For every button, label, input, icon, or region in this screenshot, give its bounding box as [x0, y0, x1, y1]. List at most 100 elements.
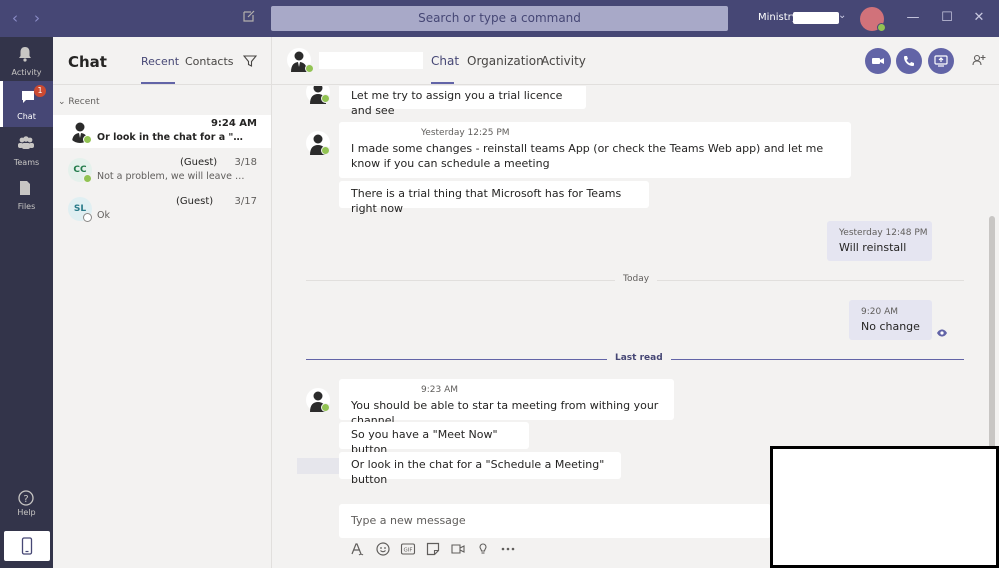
- rail-label: Files: [17, 202, 36, 211]
- tab-activity[interactable]: Activity: [541, 54, 586, 68]
- conversation-preview: Not a problem, we will leave it for now: [97, 171, 247, 182]
- seen-eye-icon: [937, 329, 947, 337]
- app-rail: Activity 1 Chat Teams Files ? Help: [0, 37, 53, 568]
- rail-item-teams[interactable]: Teams: [0, 127, 53, 173]
- message-timestamp: Yesterday 12:48 PM: [839, 228, 928, 238]
- list-item[interactable]: CC (Guest) 3/18 Not a problem, we will l…: [53, 154, 271, 187]
- back-arrow-icon[interactable]: ‹: [7, 9, 23, 27]
- presence-available-icon: [305, 64, 314, 73]
- rail-item-files[interactable]: Files: [0, 171, 53, 217]
- audio-call-button[interactable]: [896, 48, 922, 74]
- presence-available-icon: [321, 146, 330, 155]
- bell-icon: [19, 47, 31, 62]
- unread-badge: 1: [34, 85, 46, 97]
- tenant-name[interactable]: Ministry: [758, 12, 798, 23]
- rail-label: Teams: [13, 158, 40, 167]
- teams-icon: [18, 136, 34, 149]
- date-divider: Today: [615, 274, 658, 284]
- message-text: Let me try to assign you a trial licence…: [351, 89, 563, 117]
- tab-chat[interactable]: Chat: [431, 54, 459, 68]
- active-tab-indicator: [431, 82, 454, 84]
- presence-available-icon: [321, 94, 330, 103]
- forward-arrow-icon[interactable]: ›: [29, 9, 45, 27]
- minimize-icon[interactable]: —: [902, 8, 924, 28]
- message-text: No change: [861, 320, 920, 333]
- message-bubble[interactable]: Let me try to assign you a trial licence…: [339, 86, 586, 117]
- chat-list-pane: Chat Recent Contacts ⌄ Recent 9:24 AM Or…: [53, 37, 272, 568]
- meet-now-icon[interactable]: [450, 541, 466, 557]
- rail-item-activity[interactable]: Activity: [0, 37, 53, 83]
- phone-icon: [21, 537, 33, 555]
- message-bubble[interactable]: Yesterday 12:48 PM Will reinstall: [827, 221, 932, 261]
- help-icon: ?: [18, 490, 34, 506]
- compose-box[interactable]: Type a new message: [339, 504, 771, 538]
- message-bubble[interactable]: Or look in the chat for a "Schedule a Me…: [339, 452, 621, 486]
- chevron-down-icon: ⌄: [58, 97, 69, 107]
- conversation-preview: Ok: [97, 210, 110, 221]
- message-bubble[interactable]: Yesterday 12:25 PM I made some changes -…: [339, 122, 851, 178]
- filter-icon[interactable]: [243, 54, 257, 68]
- rail-label: Help: [17, 508, 36, 517]
- message-text: There is a trial thing that Microsoft ha…: [351, 187, 622, 215]
- add-people-icon[interactable]: [972, 53, 986, 67]
- gif-icon[interactable]: GIF: [400, 541, 416, 557]
- rail-label: Activity: [11, 68, 42, 77]
- conversation-time: 9:24 AM: [210, 118, 257, 129]
- name-redaction: [97, 117, 177, 128]
- conversation-time: 3/18: [234, 157, 257, 168]
- share-screen-button[interactable]: [928, 48, 954, 74]
- message-bubble[interactable]: 9:20 AM No change: [849, 300, 932, 340]
- tenant-redaction: [793, 12, 839, 24]
- list-item[interactable]: 9:24 AM Or look in the chat for a "Sched…: [53, 115, 271, 148]
- praise-icon[interactable]: [475, 541, 491, 557]
- message-input[interactable]: Type a new message: [351, 514, 466, 527]
- list-item[interactable]: SL (Guest) 3/17 Ok: [53, 193, 271, 226]
- format-icon[interactable]: [349, 541, 365, 557]
- message-bubble[interactable]: There is a trial thing that Microsoft ha…: [339, 181, 649, 215]
- watermark-chip: [297, 458, 339, 474]
- message-timestamp: 9:23 AM: [421, 385, 458, 395]
- more-options-icon[interactable]: [500, 541, 516, 557]
- close-icon[interactable]: ✕: [968, 8, 990, 28]
- presence-available-icon: [83, 135, 92, 144]
- sticker-icon[interactable]: [425, 541, 441, 557]
- message-timestamp: Yesterday 12:25 PM: [421, 128, 510, 138]
- section-recent[interactable]: ⌄ Recent: [58, 97, 100, 107]
- tab-organization[interactable]: Organization: [467, 54, 544, 68]
- rail-item-chat[interactable]: 1 Chat: [0, 81, 53, 127]
- divider: [53, 84, 272, 85]
- presence-available-icon: [321, 403, 330, 412]
- new-chat-icon[interactable]: [242, 9, 258, 27]
- rail-item-help[interactable]: ? Help: [0, 488, 53, 528]
- conversation-name: (Guest): [180, 157, 218, 168]
- conversation-name: (Guest): [176, 196, 214, 207]
- mobile-app-button[interactable]: [4, 531, 50, 561]
- message-text: Will reinstall: [839, 241, 907, 254]
- tab-recent[interactable]: Recent: [141, 55, 179, 68]
- presence-available-icon: [877, 23, 886, 32]
- name-redaction: [319, 52, 423, 69]
- chevron-down-icon[interactable]: ⌄: [838, 10, 846, 21]
- section-label: Recent: [68, 97, 100, 107]
- conversation-header: Chat Organization Activity: [272, 37, 999, 85]
- message-text: I made some changes - reinstall teams Ap…: [351, 142, 824, 170]
- conversation-preview: Or look in the chat for a "Schedule a Me…: [97, 132, 247, 143]
- rail-label: Chat: [17, 112, 36, 121]
- svg-text:GIF: GIF: [403, 548, 412, 554]
- video-icon: [872, 58, 884, 64]
- page-title: Chat: [68, 53, 107, 71]
- files-icon: [20, 181, 30, 195]
- message-list[interactable]: Let me try to assign you a trial licence…: [272, 86, 999, 501]
- video-call-button[interactable]: [865, 48, 891, 74]
- command-search-input[interactable]: Search or type a command: [271, 6, 728, 31]
- maximize-icon[interactable]: ☐: [936, 8, 958, 28]
- message-bubble[interactable]: So you have a "Meet Now" button: [339, 422, 529, 456]
- message-bubble[interactable]: 9:23 AM You should be able to star ta me…: [339, 379, 674, 427]
- tab-contacts[interactable]: Contacts: [185, 55, 234, 68]
- emoji-icon[interactable]: [375, 541, 391, 557]
- share-screen-icon: [934, 55, 948, 67]
- svg-text:?: ?: [23, 494, 28, 505]
- presence-offline-icon: [83, 213, 92, 222]
- conversation-time: 3/17: [234, 196, 257, 207]
- title-bar: ‹ › Search or type a command Ministry ⌄ …: [0, 0, 999, 37]
